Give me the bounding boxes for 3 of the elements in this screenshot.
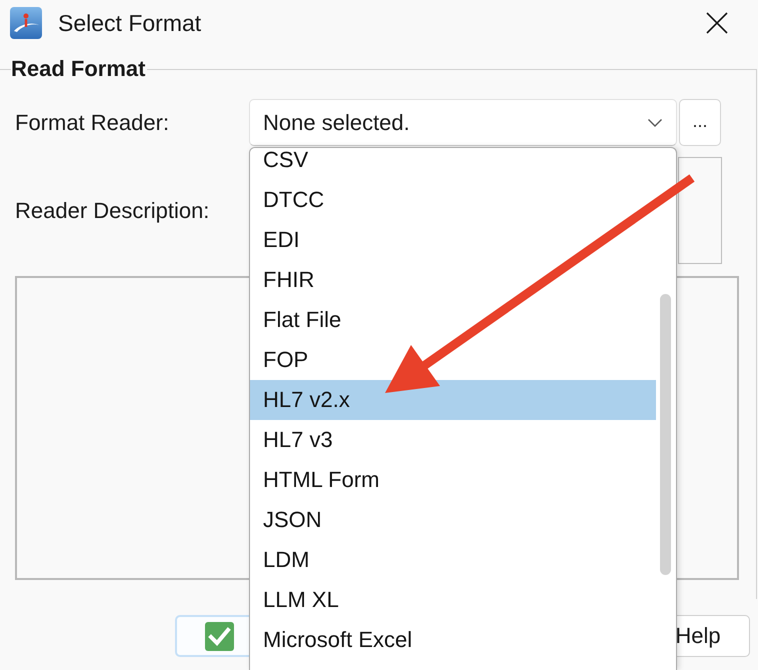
field-label: Reader Description: — [15, 198, 210, 224]
window-title: Select Format — [58, 9, 202, 37]
field-label: Format Reader: — [15, 110, 170, 136]
